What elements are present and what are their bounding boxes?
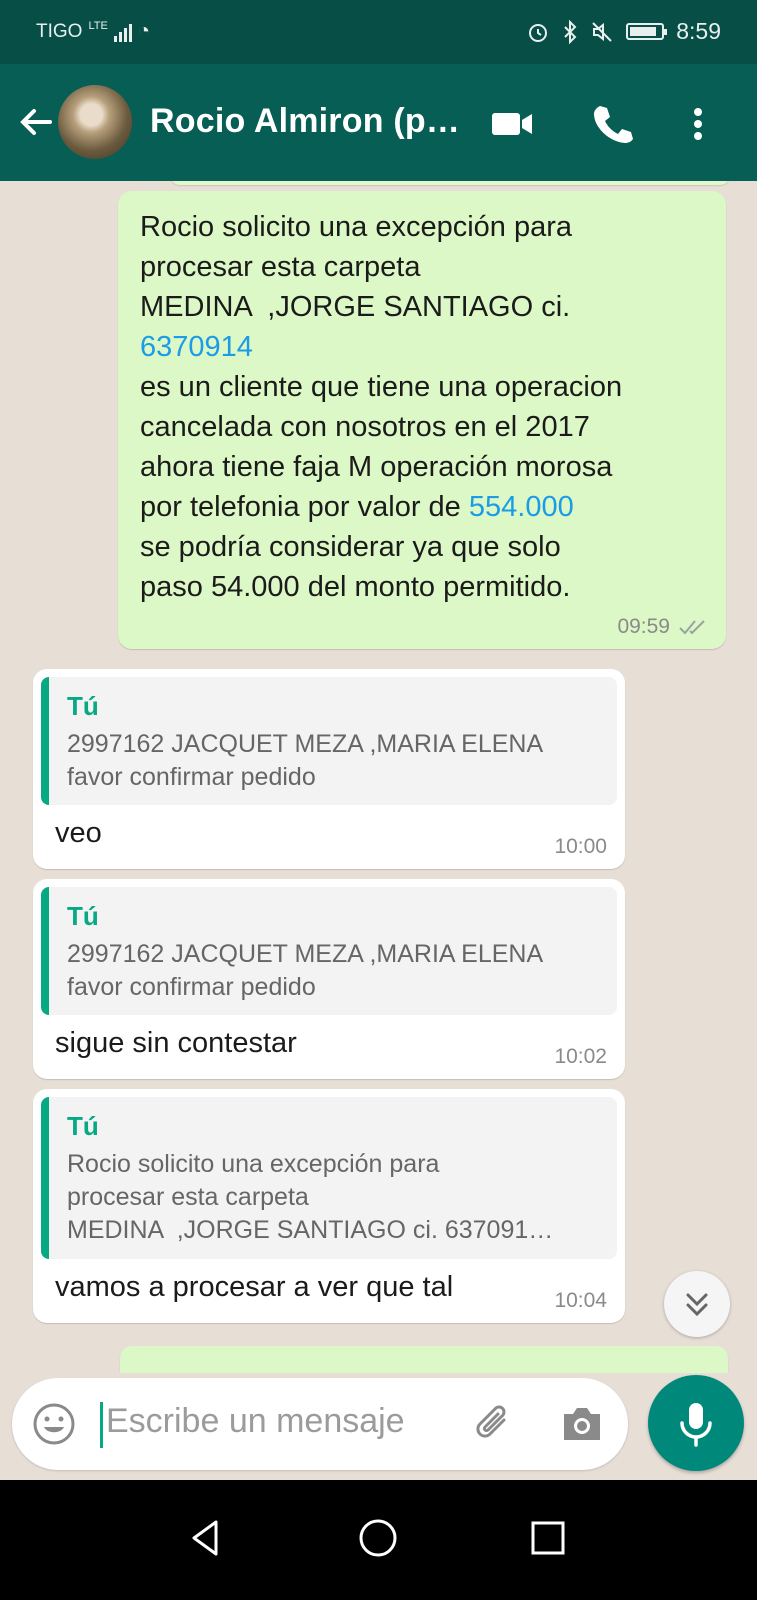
quoted-message[interactable]: Tú 2997162 JACQUET MEZA ,MARIA ELENA fav… — [41, 887, 617, 1015]
chat-area[interactable]: Rocio solicito una excepción para proces… — [0, 181, 757, 1373]
text-cursor — [100, 1402, 103, 1448]
battery-icon — [626, 23, 668, 40]
outgoing-message[interactable]: Rocio solicito una excepción para proces… — [118, 191, 726, 649]
message-time: 10:04 — [554, 1289, 607, 1312]
nav-home-icon[interactable] — [356, 1516, 400, 1560]
incoming-message[interactable]: Tú 2997162 JACQUET MEZA ,MARIA ELENA fav… — [33, 879, 625, 1079]
quoted-message[interactable]: Tú Rocio solicito una excepción para pro… — [41, 1097, 617, 1259]
contact-name[interactable]: Rocio Almiron (p… — [150, 102, 460, 141]
alarm-icon — [529, 23, 548, 42]
quote-author: Tú — [67, 1111, 99, 1141]
previous-message-edge — [170, 181, 730, 185]
bluetooth-icon — [564, 19, 577, 44]
quote-text: 2997162 JACQUET MEZA ,MARIA ELENA favor … — [67, 730, 544, 791]
message-text: vamos a procesar a ver que tal — [55, 1271, 454, 1303]
phone-icon[interactable] — [590, 102, 634, 146]
message-text: sigue sin contestar — [55, 1027, 297, 1059]
signal-icon — [113, 22, 132, 42]
status-bar: TIGO LTE ◔ 8:59 — [0, 0, 757, 64]
voice-record-button[interactable] — [648, 1375, 744, 1471]
message-time: 10:02 — [554, 1045, 607, 1068]
message-input[interactable]: Escribe un mensaje — [106, 1402, 405, 1441]
next-message-peek — [120, 1346, 728, 1373]
video-call-icon[interactable] — [490, 102, 534, 146]
network-label: LTE — [88, 20, 108, 32]
quote-text: 2997162 JACQUET MEZA ,MARIA ELENA favor … — [67, 940, 544, 1001]
camera-icon[interactable] — [560, 1404, 604, 1444]
attach-icon[interactable] — [470, 1400, 518, 1448]
more-vert-icon[interactable] — [676, 102, 720, 146]
chat-header: Rocio Almiron (p… — [0, 64, 757, 181]
message-text: veo — [55, 817, 102, 849]
double-check-icon — [679, 620, 705, 635]
message-meta: 09:59 — [617, 615, 708, 639]
quote-author: Tú — [67, 901, 99, 931]
mute-icon — [592, 21, 612, 42]
incoming-message[interactable]: Tú Rocio solicito una excepción para pro… — [33, 1089, 625, 1323]
status-right: 8:59 — [526, 18, 721, 45]
message-text-part: se podría considerar ya que solo paso 54… — [140, 531, 571, 603]
scroll-down-button[interactable] — [664, 1271, 730, 1337]
quote-text: Rocio solicito una excepción para proces… — [67, 1150, 554, 1244]
message-text-part: Rocio solicito una excepción para proces… — [140, 211, 573, 323]
nav-recents-icon[interactable] — [526, 1516, 570, 1560]
system-nav-bar — [0, 1480, 757, 1600]
nav-back-icon[interactable] — [184, 1516, 228, 1560]
message-text: Rocio solicito una excepción para proces… — [140, 207, 622, 607]
message-composer[interactable]: Escribe un mensaje — [12, 1378, 628, 1470]
avatar[interactable] — [58, 85, 132, 159]
back-arrow-icon[interactable] — [16, 102, 56, 142]
phone-link[interactable]: 6370914 — [140, 331, 253, 363]
carrier-label: TIGO — [36, 20, 83, 42]
quote-author: Tú — [67, 691, 99, 721]
chevron-double-down-icon — [686, 1293, 708, 1317]
data-icon: ◔ — [137, 20, 150, 42]
status-time: 8:59 — [676, 18, 721, 44]
message-time: 09:59 — [617, 615, 670, 638]
emoji-icon[interactable] — [32, 1402, 76, 1446]
incoming-message[interactable]: Tú 2997162 JACQUET MEZA ,MARIA ELENA fav… — [33, 669, 625, 869]
status-left: TIGO LTE ◔ — [36, 20, 150, 43]
mic-icon — [680, 1403, 712, 1447]
phone-link[interactable]: 554.000 — [469, 491, 574, 523]
message-time: 10:00 — [554, 835, 607, 858]
quoted-message[interactable]: Tú 2997162 JACQUET MEZA ,MARIA ELENA fav… — [41, 677, 617, 805]
